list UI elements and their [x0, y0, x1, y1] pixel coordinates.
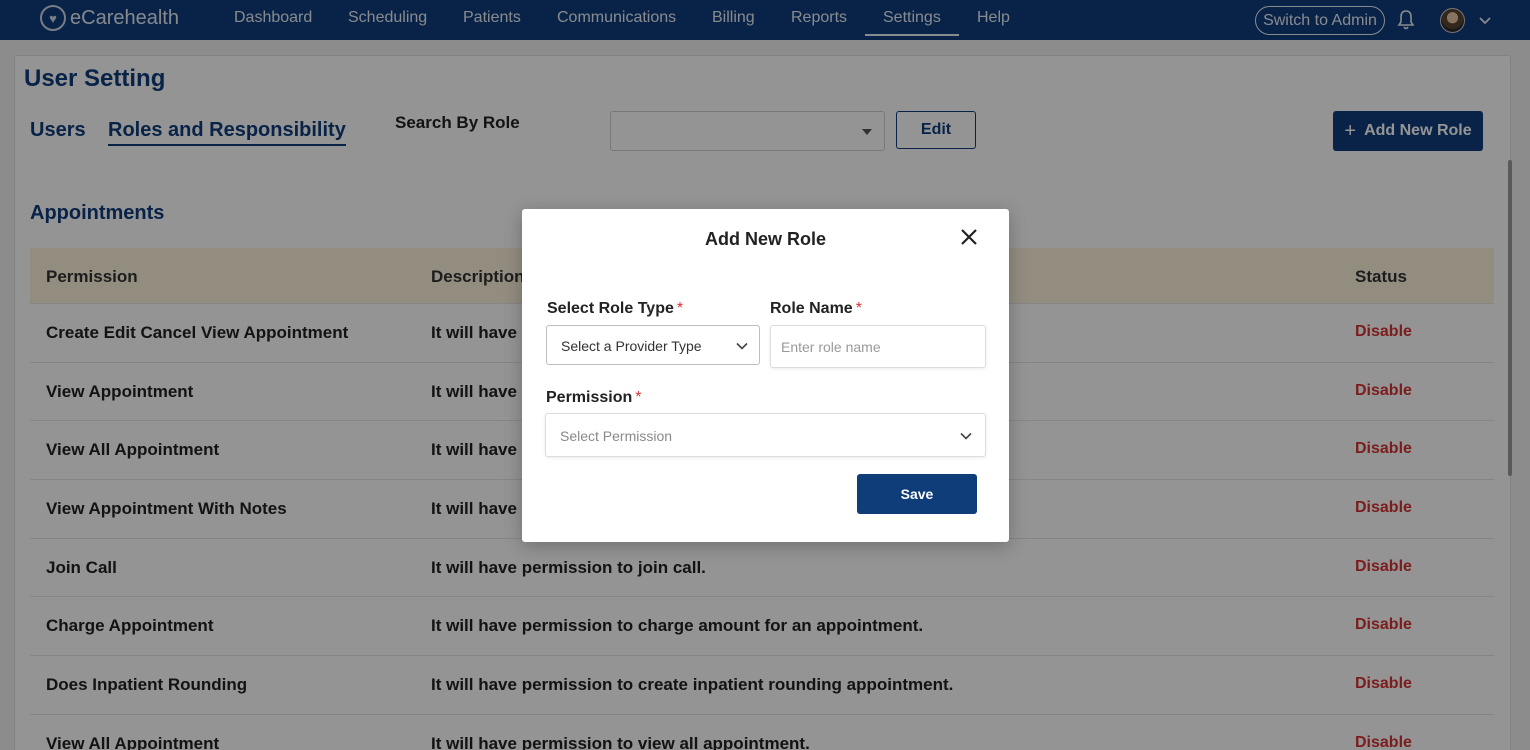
- close-icon[interactable]: [959, 227, 979, 247]
- modal-title: Add New Role: [704, 229, 826, 249]
- role-name-field[interactable]: [770, 325, 986, 368]
- add-new-role-modal: Add New Role Select Role Type * Role Name…: [522, 209, 1009, 542]
- permission-select[interactable]: Select Permission: [545, 413, 986, 457]
- save-button[interactable]: Save: [857, 474, 977, 514]
- required-marker: *: [855, 300, 862, 317]
- required-marker: *: [635, 389, 642, 406]
- permission-label-text: Permission: [546, 389, 633, 406]
- role-type-label: Select Role Type *: [547, 300, 683, 318]
- role-name-input[interactable]: [771, 326, 985, 367]
- permission-label: Permission *: [546, 389, 642, 407]
- permission-placeholder: Select Permission: [560, 428, 673, 444]
- chevron-down-icon: [960, 432, 972, 440]
- role-name-label: Role Name *: [770, 300, 862, 318]
- role-name-label-text: Role Name: [770, 300, 853, 317]
- role-type-value: Select a Provider Type: [561, 338, 702, 354]
- required-marker: *: [676, 300, 684, 317]
- chevron-down-icon: [736, 342, 748, 350]
- role-type-select[interactable]: Select a Provider Type: [546, 325, 760, 365]
- role-type-label-text: Select Role Type: [547, 300, 674, 317]
